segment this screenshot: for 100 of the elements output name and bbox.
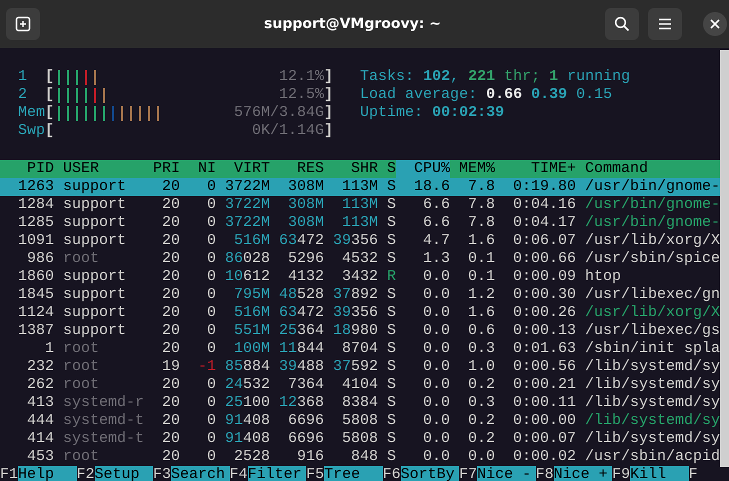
shr-cell-text: 18980 [332, 322, 378, 340]
column-header[interactable]: RES [270, 160, 324, 178]
pid-cell-text: 1124 [16, 304, 54, 322]
function-key-label: F9 [612, 466, 630, 481]
new-tab-button[interactable] [6, 8, 40, 40]
pid-cell-text: 232 [26, 358, 54, 376]
res-cell-text: 6696 [286, 412, 324, 430]
virt-cell-text: 516M [232, 304, 270, 322]
process-row[interactable]: 1 root 20 0 100M 11844 8704 S 0.0 0.3 0:01.63 /sbin/init spla [0, 340, 720, 358]
mem-cell-text: 0.3 [466, 394, 495, 412]
scrollbar[interactable] [720, 50, 729, 467]
priority-cell-text: 20 [160, 196, 180, 214]
column-header[interactable]: VIRT [216, 160, 270, 178]
cpu-cell-text: 0.0 [422, 394, 450, 412]
function-key-button[interactable]: SortBy [400, 466, 460, 481]
function-key-button[interactable]: Help [18, 466, 77, 481]
state-cell-text: S [386, 358, 396, 376]
function-key-label: F7 [459, 466, 478, 481]
process-row[interactable]: 262 root 20 0 24532 7364 4104 S 0.0 0.2 0:00.21 /lib/systemd/sy [0, 376, 720, 394]
column-header[interactable]: NI [180, 160, 216, 178]
virt-cell-text: 3722M [224, 178, 270, 196]
cpu-cell-text: 0.0 [422, 304, 450, 322]
function-key-button[interactable]: Filter [248, 466, 306, 481]
state-cell-text: S [386, 322, 396, 340]
shr-cell-text: 848 [350, 448, 378, 466]
window-title: support@VMgroovy: ~ [263, 16, 442, 32]
command-cell-text: /usr/lib/xorg/X [584, 232, 720, 250]
nice-cell-text: 0 [206, 430, 216, 448]
column-header[interactable]: Command [576, 160, 720, 178]
mem-cell-text: 7.8 [466, 178, 495, 196]
process-row[interactable]: 444 systemd-t 20 0 91408 6696 5808 S 0.0 0.2 0:00.00 /lib/systemd/sy [0, 412, 720, 430]
column-header[interactable]: CPU% [396, 160, 450, 178]
state-cell-text: R [386, 268, 396, 286]
time-cell-text: 0:00.30 [512, 286, 576, 304]
process-row[interactable]: 232 root 19 -1 85884 39488 37592 S 0.0 1.0 0:00.56 /lib/systemd/sy [0, 358, 720, 376]
shr-cell-text: 113M [340, 196, 378, 214]
process-row[interactable]: 1124 support 20 0 516M 63472 39356 S 0.0 1.6 0:00.26 /usr/lib/xorg/X [0, 304, 720, 322]
state-cell-text: S [386, 430, 396, 448]
virt-cell-text: 3722M [224, 214, 270, 232]
res-cell-text: 7364 [286, 376, 324, 394]
virt-cell-text: 25100 [224, 394, 270, 412]
command-cell-text: /usr/bin/gnome- [584, 178, 720, 196]
time-cell-text: 0:00.26 [512, 304, 576, 322]
process-row[interactable]: 1387 support 20 0 551M 25364 18980 S 0.0 0.6 0:00.13 /usr/libexec/gs [0, 322, 720, 340]
user-cell-text: support [62, 268, 128, 286]
user-cell-text: root [62, 250, 100, 268]
state-cell-text: S [386, 394, 396, 412]
column-header[interactable]: TIME+ [495, 160, 576, 178]
nice-cell-text: 0 [206, 340, 216, 358]
bracket: ] [324, 122, 334, 140]
nice-cell-text: 0 [206, 214, 216, 232]
mem-cell-text: 0.3 [466, 340, 495, 358]
shr-cell-text: 37892 [332, 286, 378, 304]
process-row[interactable]: 1284 support 20 0 3722M 308M 113M S 6.6 7.8 0:04.16 /usr/bin/gnome- [0, 196, 720, 214]
priority-cell-text: 20 [160, 448, 180, 466]
column-header[interactable]: PRI [144, 160, 180, 178]
command-cell-text: /usr/bin/gnome- [584, 196, 720, 214]
process-row[interactable]: 1845 support 20 0 795M 48528 37892 S 0.0 1.2 0:00.30 /usr/libexec/gn [0, 286, 720, 304]
process-row[interactable]: 1285 support 20 0 3722M 308M 113M S 6.6 7.8 0:04.17 /usr/bin/gnome- [0, 214, 720, 232]
pid-cell-text: 1387 [16, 322, 54, 340]
column-header[interactable]: S [378, 160, 396, 178]
menu-button[interactable] [648, 8, 682, 40]
process-row[interactable]: 1091 support 20 0 516M 63472 39356 S 4.7 1.6 0:06.07 /usr/lib/xorg/X [0, 232, 720, 250]
column-header[interactable]: PID [0, 160, 54, 178]
process-row[interactable]: 1263 support 20 0 3722M 308M 113M S 18.6 7.8 0:19.80 /usr/bin/gnome- [0, 178, 720, 196]
function-key-button[interactable]: Kill [630, 466, 689, 481]
bracket: [ [44, 86, 54, 104]
function-key-button[interactable]: Tree [324, 466, 383, 481]
column-header[interactable]: MEM% [450, 160, 495, 178]
time-cell-text: 0:00.11 [512, 394, 576, 412]
command-cell-text: /usr/libexec/gs [584, 322, 720, 340]
process-row[interactable]: 414 systemd-t 20 0 91408 6696 5808 S 0.0 0.2 0:00.07 /lib/systemd/sy [0, 430, 720, 448]
column-header[interactable]: SHR [324, 160, 378, 178]
command-cell-text: /sbin/init spla [584, 340, 720, 358]
process-row[interactable]: 453 root 20 0 2528 916 848 S 0.0 0.0 0:00.02 /usr/sbin/acpid [0, 448, 720, 466]
priority-cell-text: 20 [160, 232, 180, 250]
res-cell-text: 11844 [278, 340, 324, 358]
cpu-cell-text: 1.3 [422, 250, 450, 268]
process-row[interactable]: 413 systemd-r 20 0 25100 12368 8384 S 0.0 0.3 0:00.11 /lib/systemd/sy [0, 394, 720, 412]
function-key-button[interactable]: Setup [94, 466, 154, 481]
res-cell-text: 39488 [278, 358, 324, 376]
function-key-button[interactable]: Nice - [477, 466, 536, 481]
priority-cell-text: 20 [160, 376, 180, 394]
close-button[interactable] [703, 12, 727, 36]
time-cell-text: 0:00.02 [512, 448, 576, 466]
summary-line: Tasks: 102, 221 thr; 1 running [360, 68, 630, 86]
function-key-label: F4 [230, 466, 248, 481]
time-cell-text: 0:00.21 [512, 376, 576, 394]
process-row[interactable]: 1860 support 20 0 10612 4132 3432 R 0.0 0.1 0:00.09 htop [0, 268, 720, 286]
nice-cell-text: 0 [206, 322, 216, 340]
function-key-button[interactable]: Nice + [554, 466, 612, 481]
search-button[interactable] [605, 8, 639, 40]
process-row[interactable]: 986 root 20 0 86028 5296 4532 S 1.3 0.1 0:00.66 /usr/sbin/spice [0, 250, 720, 268]
new-tab-icon [15, 16, 31, 32]
cpu-cell-text: 0.0 [422, 358, 450, 376]
nice-cell-text: 0 [206, 196, 216, 214]
column-header[interactable]: USER [54, 160, 144, 178]
priority-cell-text: 19 [160, 358, 180, 376]
function-key-button[interactable]: Search [171, 466, 230, 481]
virt-cell-text: 3722M [224, 196, 270, 214]
